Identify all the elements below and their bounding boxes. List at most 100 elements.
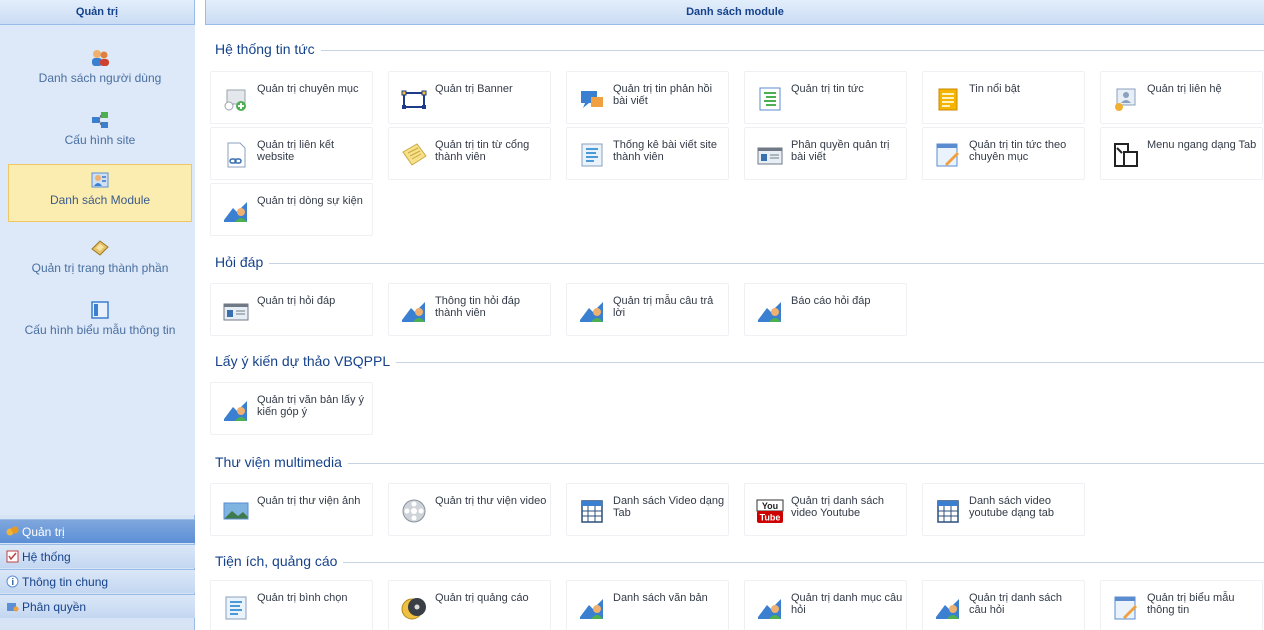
- module-danh-sach-video-youtube-tab[interactable]: Danh sách video youtube dạng tab: [922, 483, 1085, 536]
- sidebar-item-module-list[interactable]: Danh sách Module: [8, 164, 192, 222]
- module-quan-tri-bieu-mau-thong-tin[interactable]: Quản trị biểu mẫu thông tin: [1100, 580, 1263, 630]
- module-quan-tri-chuyen-muc[interactable]: Quản trị chuyên mục: [210, 71, 373, 124]
- site-config-icon: [92, 112, 108, 128]
- module-list-panel: Danh sách module Hệ thống tin tức Quản t…: [205, 0, 1264, 630]
- svg-text:Tube: Tube: [760, 513, 781, 523]
- component-page-icon: [91, 240, 109, 256]
- module-thong-tin-hoi-dap[interactable]: Thông tin hỏi đáp thành viên: [388, 283, 551, 336]
- sidebar-item-site-config[interactable]: Cấu hình site: [8, 105, 192, 161]
- news-list-icon: [759, 87, 781, 111]
- module-quan-tri-video-youtube[interactable]: You Tube Quản trị danh sách video Youtub…: [744, 483, 907, 536]
- puzzle-user-icon: [580, 302, 603, 322]
- sidebar: Quản trị Danh sách người dùng Cấu hình s…: [0, 0, 195, 630]
- module-quan-tri-mau-cau[interactable]: Quản trị mẫu câu trả lời: [566, 283, 729, 336]
- puzzle-user-icon: [402, 302, 425, 322]
- users-icon: [92, 50, 109, 66]
- film-reel-icon: [402, 499, 426, 523]
- module-quan-tri-lien-he[interactable]: Quản trị liên hệ: [1100, 71, 1263, 124]
- permission-icon: [7, 603, 19, 612]
- sidebar-item-label: Quản trị trang thành phần: [31, 261, 169, 275]
- feedback-icon: [581, 91, 603, 108]
- module-quan-tri-tin-tu-cong[interactable]: Quản trị tin từ cổng thành viên: [388, 127, 551, 180]
- module-label: Quản trị biểu mẫu thông tin: [1147, 592, 1235, 616]
- module-label: Thông tin hỏi đáp thành viên: [435, 295, 521, 319]
- sidebar-item-users[interactable]: Danh sách người dùng: [8, 43, 192, 99]
- module-quan-tri-thu-vien-video[interactable]: Quản trị thư viện video: [388, 483, 551, 536]
- info-icon: [6, 575, 19, 588]
- module-phan-quyen-quan-tri[interactable]: Phân quyền quản trị bài viết: [744, 127, 907, 180]
- section-divider: [215, 263, 1264, 264]
- module-label: Danh sách văn bản: [613, 592, 708, 604]
- poll-list-icon: [225, 596, 247, 620]
- module-quan-tri-tin-phan-hoi[interactable]: Quản trị tin phản hồi bài viết: [566, 71, 729, 124]
- banner-icon: [401, 90, 427, 109]
- category-scroll-icon: [224, 89, 246, 111]
- module-quan-tri-van-ban-lay-y-kien[interactable]: Quản trị văn bản lấy ý kiến góp ý: [210, 382, 373, 435]
- module-label: Thống kê bài viết site thành viên: [613, 139, 717, 163]
- accordion-phan-quyen[interactable]: Phân quyền: [0, 594, 195, 618]
- section-title: Hệ thống tin tức: [215, 41, 321, 57]
- module-danh-sach-van-ban[interactable]: Danh sách văn bản: [566, 580, 729, 630]
- accordion-label: Quản trị: [22, 525, 65, 539]
- module-label: Danh sách video youtube dạng tab: [969, 495, 1055, 519]
- featured-news-icon: [938, 88, 958, 111]
- section-divider: [215, 463, 1264, 464]
- sidebar-item-form-config[interactable]: Cấu hình biểu mẫu thông tin: [8, 295, 192, 351]
- module-thong-ke-bai-viet[interactable]: Thống kê bài viết site thành viên: [566, 127, 729, 180]
- module-quan-tri-dong-su-kien[interactable]: Quản trị dòng sự kiện: [210, 183, 373, 236]
- section-title: Hỏi đáp: [215, 254, 270, 270]
- puzzle-user-icon: [758, 302, 781, 322]
- module-label: Phân quyền quản trị bài viết: [791, 139, 890, 163]
- module-quan-tri-quang-cao[interactable]: Quản trị quảng cáo: [388, 580, 551, 630]
- main-title: Danh sách module: [205, 0, 1264, 25]
- module-label: Quản trị văn bản lấy ý kiến góp ý: [257, 394, 365, 418]
- module-quan-tri-thu-vien-anh[interactable]: Quản trị thư viện ảnh: [210, 483, 373, 536]
- module-quan-tri-danh-muc-cau-hoi[interactable]: Quản trị danh mục câu hỏi: [744, 580, 907, 630]
- module-label: Quản trị hỏi đáp: [257, 295, 336, 307]
- accordion-thong-tin-chung[interactable]: Thông tin chung: [0, 569, 195, 593]
- module-danh-sach-video-tab[interactable]: Danh sách Video dạng Tab: [566, 483, 729, 536]
- section-title: Tiện ích, quảng cáo: [215, 553, 344, 569]
- module-quan-tri-tin-tuc[interactable]: Quản trị tin tức: [744, 71, 907, 124]
- module-label: Quản trị thư viện ảnh: [257, 495, 361, 507]
- sidebar-item-component-page[interactable]: Quản trị trang thành phần: [8, 233, 192, 289]
- module-label: Quản trị quảng cáo: [435, 592, 529, 604]
- module-menu-ngang-dang-tab[interactable]: Menu ngang dạng Tab: [1100, 127, 1263, 180]
- section-title: Lấy ý kiến dự thảo VBQPPL: [215, 353, 397, 369]
- qa-card-icon: [223, 303, 249, 321]
- module-label: Quản trị danh sách câu hỏi: [969, 592, 1062, 616]
- youtube-icon: You Tube: [756, 499, 784, 523]
- module-tin-noi-bat[interactable]: Tin nổi bật: [922, 71, 1085, 124]
- accordion-quan-tri[interactable]: Quản trị: [0, 519, 195, 543]
- accordion-label: Thông tin chung: [22, 575, 109, 589]
- module-label: Quản trị tin tức theo chuyên mục: [969, 139, 1067, 163]
- module-label: Quản trị mẫu câu trả lời: [613, 295, 714, 319]
- sidebar-title: Quản trị: [0, 0, 194, 25]
- sidebar-item-label: Danh sách Module: [49, 193, 151, 207]
- section-divider: [215, 50, 1264, 51]
- module-quan-tri-danh-sach-cau-hoi[interactable]: Quản trị danh sách câu hỏi: [922, 580, 1085, 630]
- calendar-grid-icon: [581, 500, 603, 523]
- module-quan-tri-tin-tuc-theo-chuyen-muc[interactable]: Quản trị tin tức theo chuyên mục: [922, 127, 1085, 180]
- module-list-icon: [91, 172, 109, 188]
- sidebar-item-label: Cấu hình biểu mẫu thông tin: [24, 323, 176, 337]
- note-icon: [402, 143, 427, 166]
- module-quan-tri-banner[interactable]: Quản trị Banner: [388, 71, 551, 124]
- module-quan-tri-hoi-dap[interactable]: Quản trị hỏi đáp: [210, 283, 373, 336]
- module-quan-tri-lien-ket-website[interactable]: Quản trị liên kết website: [210, 127, 373, 180]
- module-label: Quản trị Banner: [435, 83, 513, 95]
- module-quan-tri-binh-chon[interactable]: Quản trị bình chọn: [210, 580, 373, 630]
- module-label: Quản trị tin từ cổng thành viên: [435, 139, 530, 163]
- module-bao-cao-hoi-dap[interactable]: Báo cáo hỏi đáp: [744, 283, 907, 336]
- disc-icon: [401, 598, 426, 620]
- module-label: Menu ngang dạng Tab: [1147, 139, 1257, 151]
- puzzle-user-icon: [224, 401, 247, 421]
- image-gallery-icon: [223, 502, 249, 520]
- accordion-label: Hệ thống: [22, 550, 71, 564]
- admin-icon: [6, 526, 19, 536]
- sidebar-nav: Danh sách người dùng Cấu hình site Danh …: [0, 25, 195, 515]
- calendar-grid-icon: [937, 500, 959, 523]
- contact-icon: [1115, 88, 1136, 111]
- form-config-icon: [91, 301, 109, 319]
- accordion-he-thong[interactable]: Hệ thống: [0, 544, 195, 568]
